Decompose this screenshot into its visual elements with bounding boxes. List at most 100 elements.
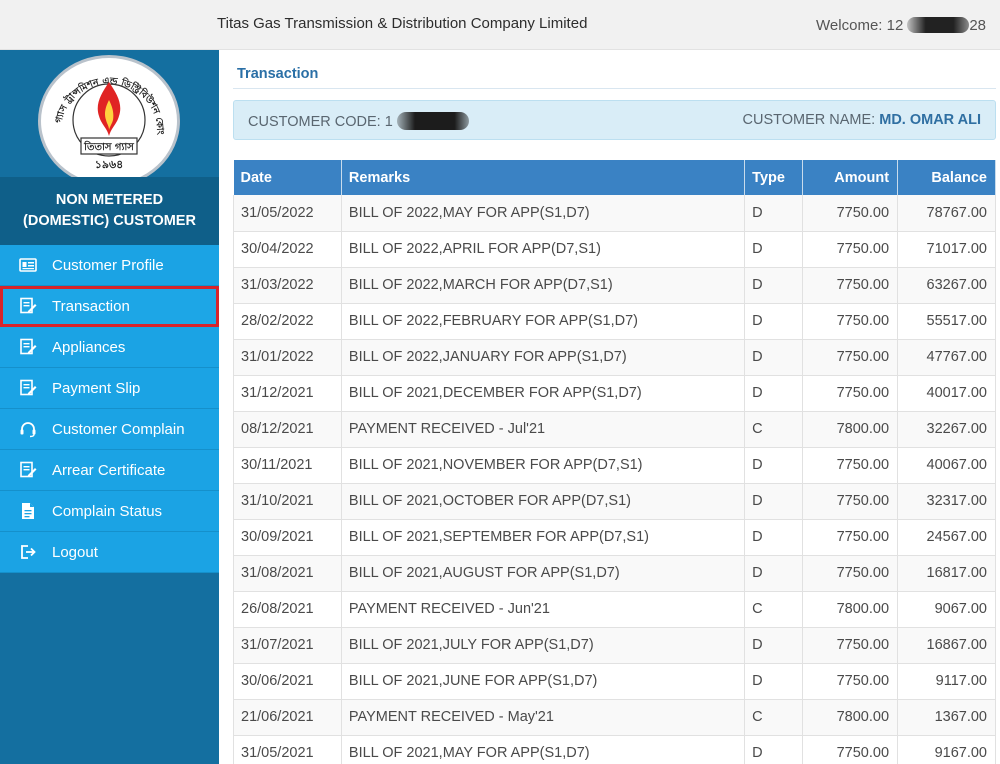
column-header-remarks: Remarks	[341, 160, 746, 195]
titas-gas-logo-icon: তিতাস গ্যাস ট্রান্সমিশন এন্ড ডিস্ট্রিবিউ…	[43, 60, 166, 171]
company-name: Titas Gas Transmission & Distribution Co…	[217, 15, 588, 32]
balance-cell: 40067.00	[897, 447, 996, 484]
sidebar-item-customer-complain[interactable]: Customer Complain	[0, 409, 219, 450]
customer-name: CUSTOMER NAME: MD. OMAR ALI	[743, 112, 981, 128]
remarks-cell: BILL OF 2022,JANUARY FOR APP(S1,D7)	[341, 339, 746, 376]
table-row: 31/05/2022 BILL OF 2022,MAY FOR APP(S1,D7…	[233, 195, 996, 232]
customer-code-label: CUSTOMER CODE:	[248, 114, 385, 130]
amount-cell: 7750.00	[802, 375, 899, 412]
balance-cell: 32267.00	[897, 411, 996, 448]
table-row: 31/12/2021 BILL OF 2021,DECEMBER FOR APP(…	[233, 375, 996, 412]
sidebar-item-customer-profile[interactable]: Customer Profile	[0, 245, 219, 286]
amount-cell: 7750.00	[802, 339, 899, 376]
customer-type-label: NON METERED (DOMESTIC) CUSTOMER	[0, 177, 219, 245]
customer-type-line1: NON METERED	[55, 192, 164, 208]
balance-cell: 9067.00	[897, 591, 996, 628]
amount-cell: 7750.00	[802, 735, 899, 764]
document-edit-icon	[18, 337, 38, 357]
logo-year: ১৯৬৪	[95, 158, 124, 171]
table-row: 21/06/2021 PAYMENT RECEIVED - May'21 C 7800…	[233, 699, 996, 736]
page-title: Transaction	[237, 66, 319, 82]
remarks-cell: PAYMENT RECEIVED - Jun'21	[341, 591, 746, 628]
type-cell: C	[744, 411, 804, 448]
type-cell: D	[744, 555, 804, 592]
customer-name-value: MD. OMAR ALI	[879, 112, 981, 128]
type-cell: D	[744, 195, 804, 232]
remarks-cell: BILL OF 2021,AUGUST FOR APP(S1,D7)	[341, 555, 746, 592]
column-header-balance: Balance	[897, 160, 996, 195]
sidebar-item-payment-slip[interactable]: Payment Slip	[0, 368, 219, 409]
date-cell: 31/05/2021	[233, 735, 342, 764]
file-text-icon	[18, 501, 38, 521]
column-header-type: Type	[744, 160, 804, 195]
amount-cell: 7750.00	[802, 231, 899, 268]
remarks-cell: BILL OF 2021,SEPTEMBER FOR APP(D7,S1)	[341, 519, 746, 556]
table-row: 31/03/2022 BILL OF 2022,MARCH FOR APP(D7,…	[233, 267, 996, 304]
balance-cell: 9167.00	[897, 735, 996, 764]
remarks-cell: BILL OF 2021,JULY FOR APP(S1,D7)	[341, 627, 746, 664]
customer-code: CUSTOMER CODE: 1	[248, 112, 469, 130]
type-cell: D	[744, 303, 804, 340]
type-cell: C	[744, 591, 804, 628]
sidebar-item-transaction[interactable]: Transaction	[0, 286, 219, 327]
sidebar-item-appliances[interactable]: Appliances	[0, 327, 219, 368]
redacted-user-id	[907, 17, 970, 33]
sidebar-item-label: Arrear Certificate	[52, 461, 166, 479]
remarks-cell: BILL OF 2021,OCTOBER FOR APP(D7,S1)	[341, 483, 746, 520]
remarks-cell: BILL OF 2021,MAY FOR APP(S1,D7)	[341, 735, 746, 764]
customer-code-visible: 1	[384, 114, 393, 130]
sidebar-item-arrear-certificate[interactable]: Arrear Certificate	[0, 450, 219, 491]
sidebar-item-label: Customer Complain	[52, 420, 185, 438]
table-row: 28/02/2022 BILL OF 2022,FEBRUARY FOR APP(…	[233, 303, 996, 340]
balance-cell: 24567.00	[897, 519, 996, 556]
amount-cell: 7750.00	[802, 627, 899, 664]
sidebar-item-complain-status[interactable]: Complain Status	[0, 491, 219, 532]
sidebar-item-label: Logout	[52, 543, 98, 561]
logo-circle: তিতাস গ্যাস ট্রান্সমিশন এন্ড ডিস্ট্রিবিউ…	[38, 55, 180, 187]
remarks-cell: BILL OF 2021,NOVEMBER FOR APP(D7,S1)	[341, 447, 746, 484]
title-divider	[233, 88, 996, 89]
date-cell: 31/03/2022	[233, 267, 342, 304]
type-cell: D	[744, 231, 804, 268]
customer-info-bar: CUSTOMER CODE: 1 CUSTOMER NAME: MD. OMAR…	[233, 100, 996, 140]
profile-card-icon	[18, 255, 38, 275]
amount-cell: 7800.00	[802, 591, 899, 628]
welcome-tail: 28	[969, 17, 986, 34]
date-cell: 31/10/2021	[233, 483, 342, 520]
logo-name: তিতাস গ্যাস	[83, 140, 134, 153]
table-header-row: Date Remarks Type Amount Balance	[233, 160, 996, 195]
date-cell: 26/08/2021	[233, 591, 342, 628]
company-logo: তিতাস গ্যাস ট্রান্সমিশন এন্ড ডিস্ট্রিবিউ…	[38, 55, 180, 187]
type-cell: D	[744, 267, 804, 304]
balance-cell: 1367.00	[897, 699, 996, 736]
remarks-cell: BILL OF 2022,MAY FOR APP(S1,D7)	[341, 195, 746, 232]
transaction-table: Date Remarks Type Amount Balance 31/05/2…	[233, 160, 996, 764]
sidebar: তিতাস গ্যাস ট্রান্সমিশন এন্ড ডিস্ট্রিবিউ…	[0, 50, 219, 764]
date-cell: 31/08/2021	[233, 555, 342, 592]
type-cell: D	[744, 627, 804, 664]
sidebar-item-logout[interactable]: Logout	[0, 532, 219, 573]
document-edit-icon	[18, 378, 38, 398]
balance-cell: 47767.00	[897, 339, 996, 376]
type-cell: C	[744, 699, 804, 736]
amount-cell: 7800.00	[802, 411, 899, 448]
date-cell: 31/01/2022	[233, 339, 342, 376]
type-cell: D	[744, 735, 804, 764]
balance-cell: 16867.00	[897, 627, 996, 664]
table-row: 31/05/2021 BILL OF 2021,MAY FOR APP(S1,D7…	[233, 735, 996, 764]
date-cell: 30/09/2021	[233, 519, 342, 556]
table-row: 30/04/2022 BILL OF 2022,APRIL FOR APP(D7,…	[233, 231, 996, 268]
balance-cell: 16817.00	[897, 555, 996, 592]
date-cell: 31/05/2022	[233, 195, 342, 232]
date-cell: 31/07/2021	[233, 627, 342, 664]
amount-cell: 7750.00	[802, 447, 899, 484]
amount-cell: 7750.00	[802, 195, 899, 232]
remarks-cell: BILL OF 2022,APRIL FOR APP(D7,S1)	[341, 231, 746, 268]
remarks-cell: BILL OF 2021,JUNE FOR APP(S1,D7)	[341, 663, 746, 700]
amount-cell: 7750.00	[802, 519, 899, 556]
date-cell: 21/06/2021	[233, 699, 342, 736]
amount-cell: 7750.00	[802, 663, 899, 700]
table-row: 26/08/2021 PAYMENT RECEIVED - Jun'21 C 7800…	[233, 591, 996, 628]
date-cell: 30/11/2021	[233, 447, 342, 484]
document-edit-icon	[18, 296, 38, 316]
